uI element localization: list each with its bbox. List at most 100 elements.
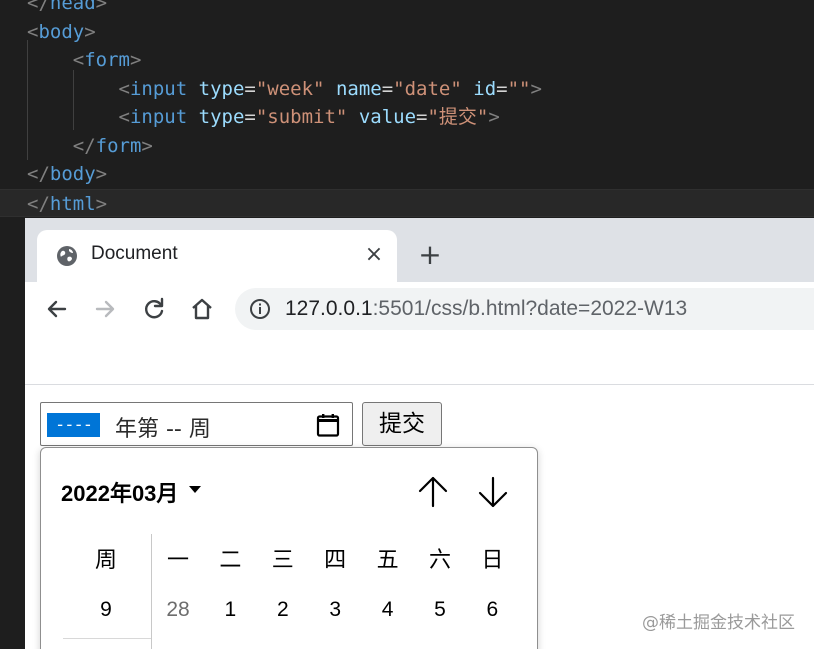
weekday-header: 日 [481, 548, 504, 573]
code-line: <input type="week" name="date" id=""> [0, 75, 814, 103]
day-cell[interactable]: 6 [467, 598, 517, 622]
code-tag: form [84, 49, 130, 71]
code-attr: name [335, 77, 382, 100]
tab-strip: Document × + [25, 218, 814, 282]
week-number[interactable]: 9 [81, 598, 131, 622]
weekday-header: 六 [428, 548, 451, 573]
arrow-up-icon[interactable] [415, 472, 451, 512]
tab-document[interactable]: Document × [37, 230, 397, 282]
code-tag: body [49, 163, 96, 185]
day-cell[interactable]: 4 [363, 598, 413, 622]
code-bracket: < [118, 106, 130, 128]
arrow-down-icon[interactable] [475, 472, 511, 512]
forward-arrow-icon[interactable] [90, 294, 120, 324]
code-tag: input [129, 77, 188, 100]
calendar-icon[interactable] [316, 413, 340, 437]
code-bracket: > [141, 134, 153, 157]
code-bracket: > [84, 20, 96, 43]
day-cell[interactable]: 1 [205, 598, 255, 622]
code-line: </head> [0, 0, 814, 17]
code-equals: = [244, 77, 256, 100]
code-equals: = [381, 77, 394, 100]
month-year-label[interactable]: 2022年03月 [61, 476, 178, 508]
code-line: </form> [0, 132, 814, 160]
day-cell[interactable]: 28 [153, 598, 203, 622]
code-bracket: </ [27, 192, 50, 215]
code-bracket: < [118, 77, 130, 100]
reload-icon[interactable] [139, 294, 169, 324]
new-tab-button[interactable]: + [415, 240, 445, 270]
year-segment[interactable]: ---- [47, 413, 100, 437]
code-bracket: </ [27, 163, 50, 185]
day-cell[interactable]: 5 [415, 598, 465, 622]
code-tag: head [49, 0, 96, 14]
week-column-header: 周 [94, 548, 117, 573]
code-bracket: > [488, 106, 500, 128]
weekday-header: 二 [219, 548, 242, 573]
code-attr: id [473, 77, 497, 100]
url-path: :5501/css/b.html?date=2022-W13 [372, 297, 688, 320]
code-bracket: > [129, 49, 142, 71]
code-tag: html [49, 192, 96, 215]
week-picker-popup: 2022年03月 周 一 二 三 四 五 六 日 9 28 1 2 3 4 5 6 [40, 447, 538, 649]
code-string: "提交" [427, 106, 489, 128]
url-text[interactable]: 127.0.0.1:5501/css/b.html?date=2022-W13 [285, 297, 687, 321]
code-bracket: > [95, 163, 108, 185]
code-attr: value [358, 106, 417, 128]
home-icon[interactable] [187, 294, 217, 324]
week-segment[interactable]: 年第 -- 周 [115, 411, 211, 443]
weekday-header: 三 [271, 548, 294, 573]
caret-down-icon[interactable] [189, 486, 201, 493]
code-equals: = [496, 77, 508, 100]
weekday-header: 五 [376, 548, 399, 573]
info-icon[interactable] [249, 298, 271, 320]
tab-title: Document [91, 243, 178, 264]
weekday-header: 四 [324, 548, 347, 573]
code-bracket: > [95, 192, 108, 215]
code-string: "date" [393, 77, 462, 100]
back-arrow-icon[interactable] [42, 294, 72, 324]
column-divider [151, 534, 152, 649]
code-line: <input type="submit" value="提交"> [0, 103, 814, 131]
code-bracket: </ [27, 0, 50, 14]
globe-icon [57, 246, 77, 266]
code-editor[interactable]: </head> <body> <form> <input type="week" … [0, 0, 814, 218]
code-line: <body> [0, 18, 814, 46]
code-tag: input [129, 106, 188, 128]
code-bracket: > [530, 77, 542, 100]
code-line: </html> [0, 188, 814, 217]
browser-toolbar: 127.0.0.1:5501/css/b.html?date=2022-W13 [25, 282, 814, 336]
url-host: 127.0.0.1 [285, 297, 373, 320]
code-line: <form> [0, 46, 814, 74]
day-cell[interactable]: 3 [310, 598, 360, 622]
day-cell[interactable]: 2 [258, 598, 308, 622]
code-equals: = [416, 106, 428, 128]
code-attr: type [198, 106, 245, 128]
code-equals: = [244, 106, 256, 128]
close-icon[interactable]: × [361, 242, 387, 268]
watermark: @稀土掘金技术社区 [642, 613, 795, 633]
code-tag: form [95, 134, 142, 157]
code-bracket: < [27, 20, 39, 43]
browser-window: Document × + 127.0.0.1:5501/css/b.html?d… [25, 218, 814, 649]
code-string: "week" [255, 77, 325, 100]
code-tag: body [38, 20, 85, 43]
code-line: </body> [0, 160, 814, 188]
code-bracket: < [72, 49, 85, 71]
submit-button[interactable]: 提交 [362, 402, 442, 446]
address-bar[interactable]: 127.0.0.1:5501/css/b.html?date=2022-W13 [235, 288, 814, 330]
code-string: "" [507, 77, 531, 100]
code-bracket: > [95, 0, 108, 14]
weekday-header: 一 [166, 548, 189, 573]
week-input[interactable]: ---- 年第 -- 周 [40, 402, 353, 446]
code-attr: type [198, 77, 245, 100]
code-string: "submit" [255, 106, 348, 128]
